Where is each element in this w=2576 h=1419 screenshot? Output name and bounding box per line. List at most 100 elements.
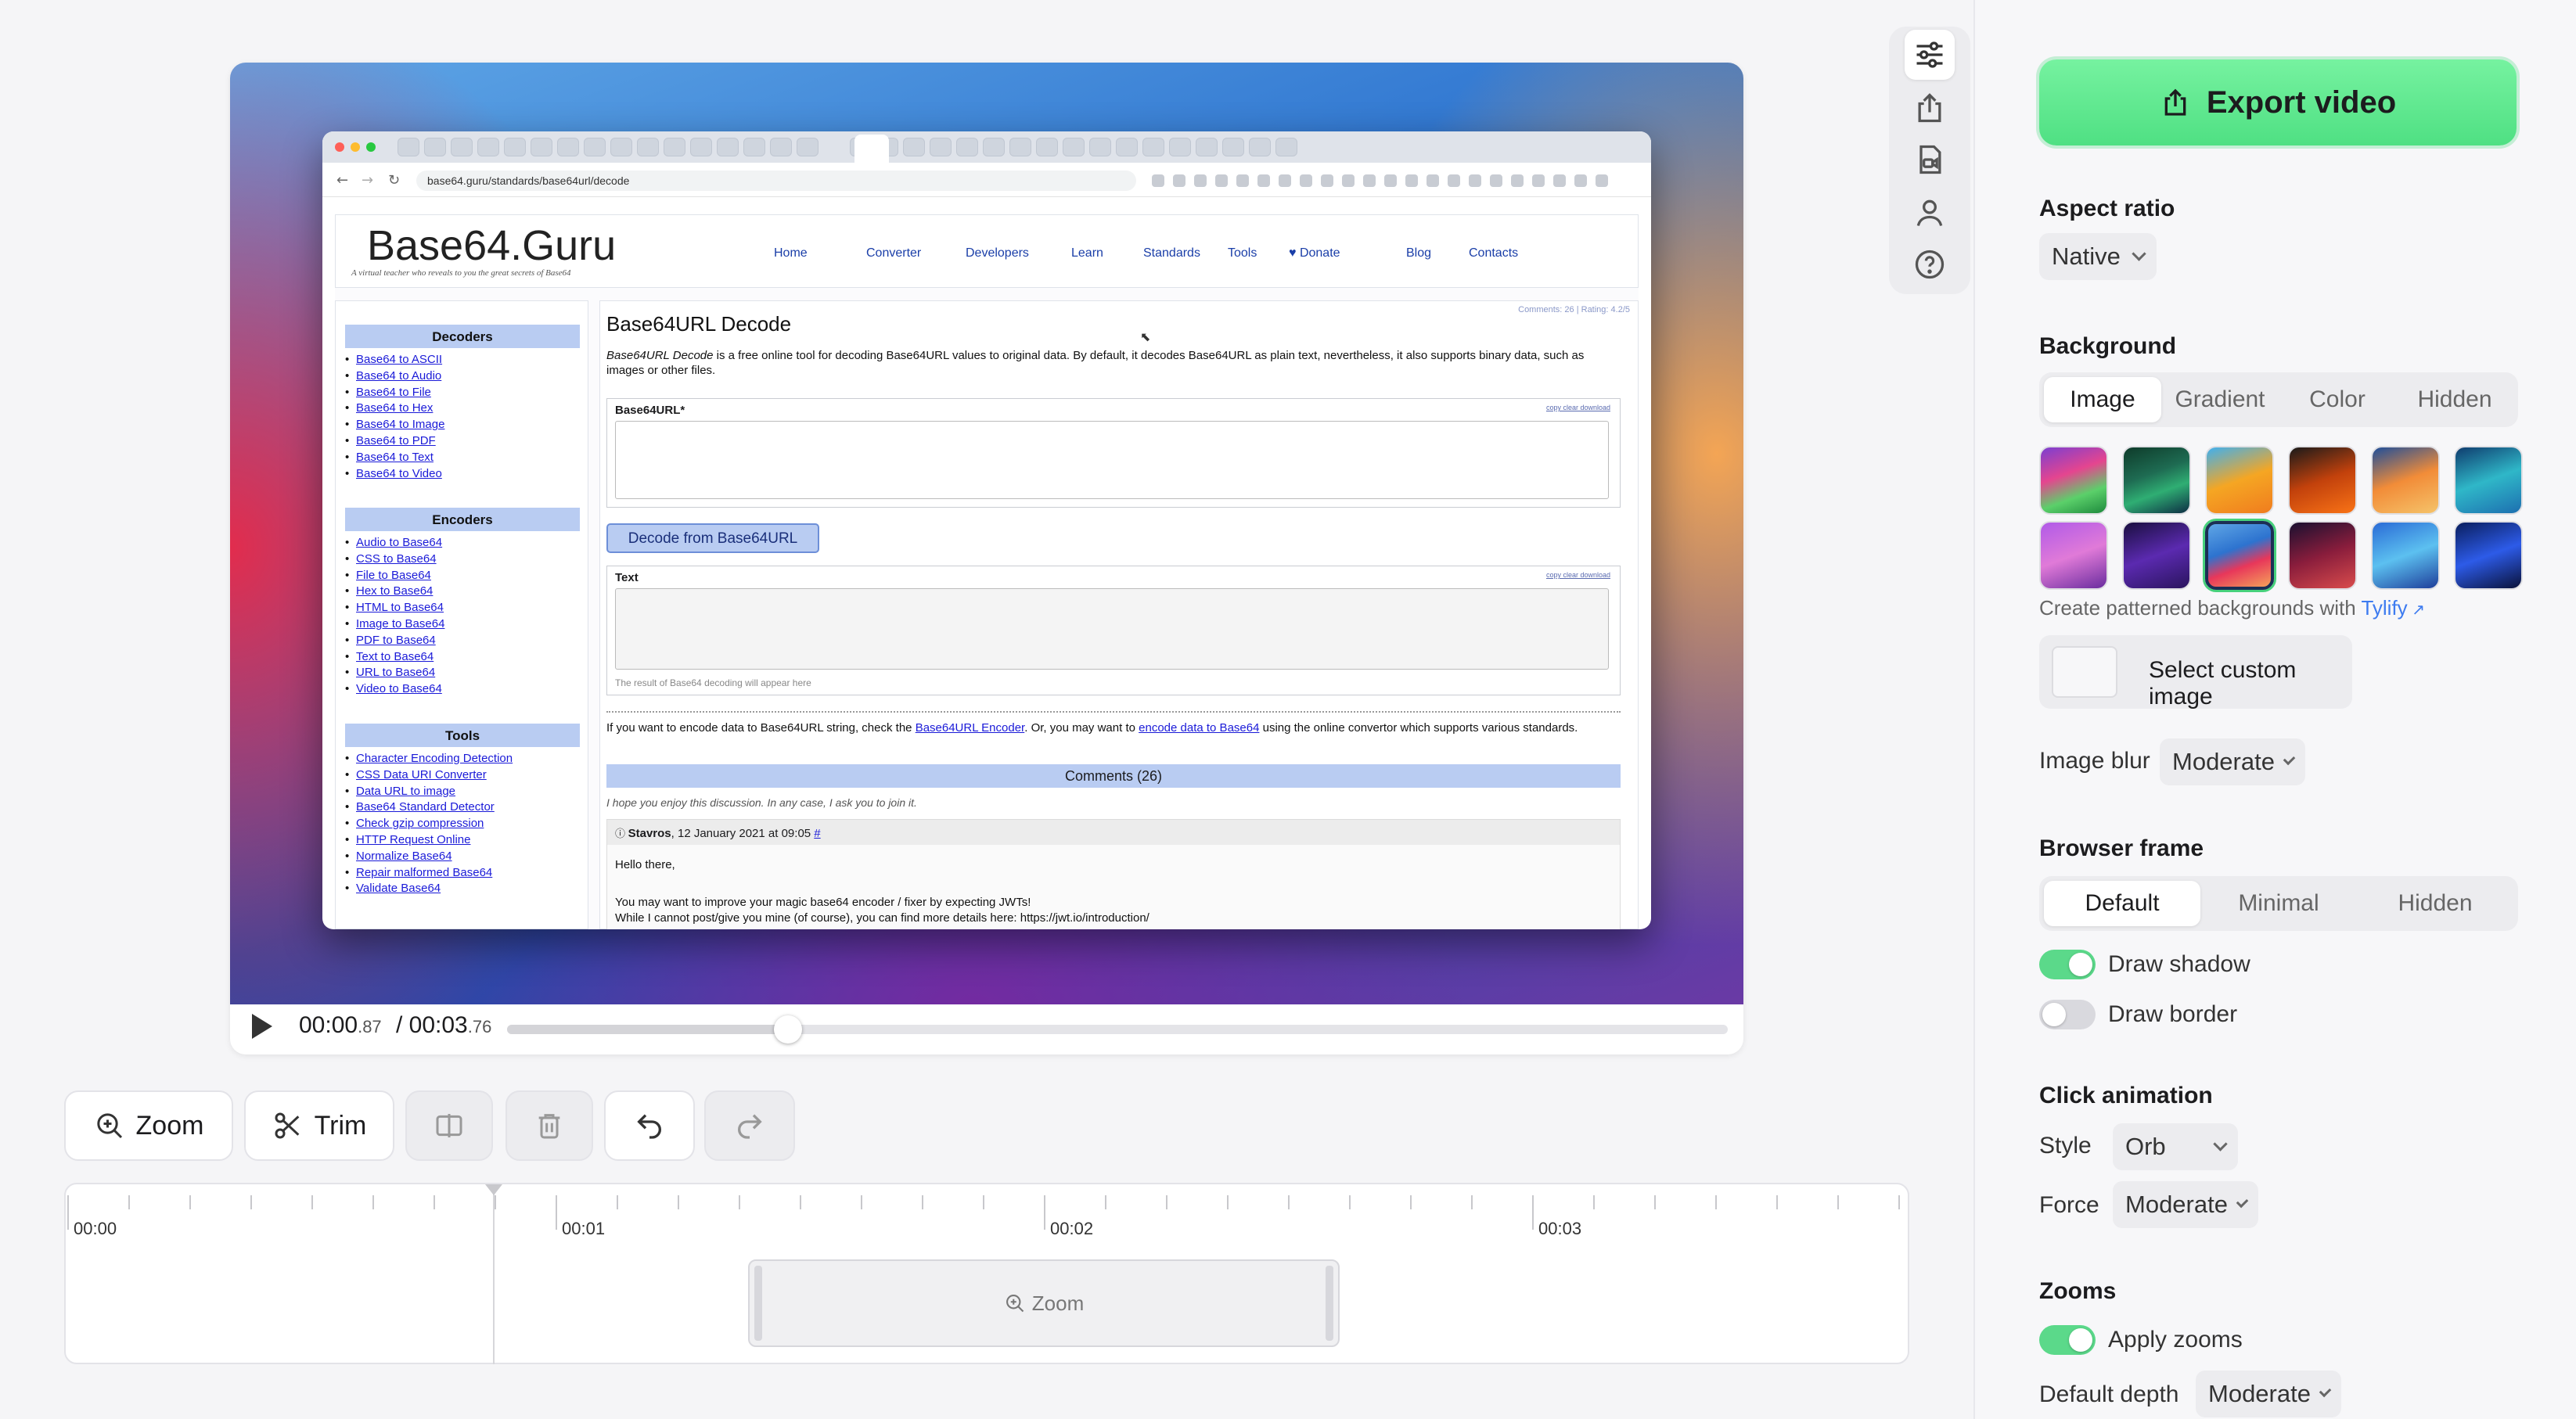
draw-border-toggle[interactable] [2039,1000,2096,1029]
extension-icon[interactable] [1236,174,1249,187]
extension-icon[interactable] [1194,174,1207,187]
playhead-marker-icon[interactable] [485,1184,502,1195]
aspect-ratio-select[interactable]: Native [2039,233,2157,280]
trim-button[interactable]: Trim [244,1090,394,1161]
browser-tab[interactable] [1249,138,1271,156]
extension-icon[interactable] [1300,174,1312,187]
default-depth-select[interactable]: Moderate [2196,1371,2341,1417]
timeline[interactable]: 00:00 00:01 00:02 00:03 Zoom [64,1183,1909,1364]
zoom-clip[interactable]: Zoom [748,1259,1340,1347]
segment-color[interactable]: Color [2279,377,2396,422]
browser-tab[interactable] [956,138,978,156]
play-icon[interactable] [252,1014,272,1039]
browser-tab[interactable] [1275,138,1297,156]
sidebar-link[interactable]: PDF to Base64 [345,634,436,647]
encode-base64-link[interactable]: encode data to Base64 [1139,721,1259,735]
nav-link[interactable]: Standards [1143,246,1200,260]
background-swatch[interactable] [2122,446,2191,515]
sidebar-link[interactable]: CSS Data URI Converter [345,768,487,781]
account-tab[interactable] [1905,188,1955,238]
help-tab[interactable] [1905,239,1955,289]
browser-tab[interactable] [531,138,552,156]
zoom-button[interactable]: Zoom [64,1090,233,1161]
browser-tab[interactable] [930,138,952,156]
segment-hidden[interactable]: Hidden [2357,881,2513,926]
browser-tab[interactable] [1036,138,1058,156]
extension-icon[interactable] [1173,174,1185,187]
extension-icon[interactable] [1448,174,1460,187]
browser-tab[interactable] [584,138,606,156]
browser-tab[interactable] [424,138,446,156]
back-arrow-icon[interactable]: ← [336,172,348,189]
base64url-encoder-link[interactable]: Base64URL Encoder [916,721,1025,735]
playback-scrubber[interactable] [507,1015,1728,1044]
sidebar-link[interactable]: Image to Base64 [345,617,444,630]
undo-button[interactable] [604,1090,695,1161]
style-select[interactable]: Orb [2113,1123,2238,1170]
sidebar-link[interactable]: Base64 to Audio [345,369,441,383]
segment-gradient[interactable]: Gradient [2161,377,2279,422]
sidebar-link[interactable]: Base64 to Hex [345,401,433,415]
background-swatch[interactable] [2454,521,2523,590]
browser-tab[interactable] [1089,138,1111,156]
browser-tab[interactable] [903,138,925,156]
browser-tab[interactable] [1116,138,1138,156]
browser-tab[interactable] [983,138,1005,156]
extension-icon[interactable] [1363,174,1376,187]
sidebar-link[interactable]: Hex to Base64 [345,584,433,598]
draw-shadow-toggle[interactable] [2039,950,2096,979]
nav-link[interactable]: ♥ Donate [1289,246,1340,260]
browser-tab[interactable] [1196,138,1218,156]
background-swatch[interactable] [2371,521,2440,590]
forward-arrow-icon[interactable]: → [362,172,373,189]
extension-icon[interactable] [1279,174,1291,187]
browser-tab[interactable] [717,138,739,156]
export-video-button[interactable]: Export video [2039,59,2517,145]
sidebar-link[interactable]: Audio to Base64 [345,536,442,549]
sidebar-link[interactable]: File to Base64 [345,569,431,582]
segment-image[interactable]: Image [2044,377,2161,422]
browser-tab[interactable] [1142,138,1164,156]
sidebar-link[interactable]: Base64 to Text [345,451,434,464]
browser-tab[interactable] [610,138,632,156]
browser-tab[interactable] [770,138,792,156]
share-tab[interactable] [1905,83,1955,133]
base64url-input[interactable] [615,421,1609,499]
browser-tab[interactable] [557,138,579,156]
segment-hidden[interactable]: Hidden [2396,377,2513,422]
segment-minimal[interactable]: Minimal [2200,881,2357,926]
sidebar-link[interactable]: CSS to Base64 [345,552,437,566]
extension-icon[interactable] [1511,174,1524,187]
address-bar[interactable]: base64.guru/standards/base64url/decode [416,171,1136,191]
sidebar-link[interactable]: HTTP Request Online [345,833,471,846]
decode-button[interactable]: Decode from Base64URL [606,523,819,553]
background-swatch[interactable] [2205,446,2274,515]
browser-tab[interactable] [477,138,499,156]
browser-tab[interactable] [398,138,419,156]
text-output[interactable] [615,588,1609,670]
browser-tab[interactable] [664,138,685,156]
sidebar-link[interactable]: Base64 to Video [345,467,442,480]
background-swatch[interactable] [2288,446,2357,515]
background-swatch[interactable] [2288,521,2357,590]
tylify-link[interactable]: Tylify [2361,596,2407,620]
reload-icon[interactable]: ↻ [388,172,400,189]
background-swatch[interactable] [2205,521,2274,590]
extension-icon[interactable] [1574,174,1587,187]
image-blur-select[interactable]: Moderate [2160,738,2305,785]
sidebar-link[interactable]: Video to Base64 [345,682,442,695]
browser-tab[interactable] [451,138,473,156]
nav-link[interactable]: Home [774,246,808,260]
sidebar-link[interactable]: Validate Base64 [345,882,441,895]
extension-icon[interactable] [1405,174,1418,187]
extension-icon[interactable] [1342,174,1355,187]
extension-icon[interactable] [1490,174,1502,187]
redo-button[interactable] [704,1090,795,1161]
background-swatch[interactable] [2039,446,2108,515]
extension-icon[interactable] [1596,174,1608,187]
browser-tab[interactable] [637,138,659,156]
browser-tab[interactable] [1222,138,1244,156]
background-swatch[interactable] [2371,446,2440,515]
timeline-playhead[interactable] [493,1184,495,1364]
sidebar-link[interactable]: URL to Base64 [345,666,435,679]
